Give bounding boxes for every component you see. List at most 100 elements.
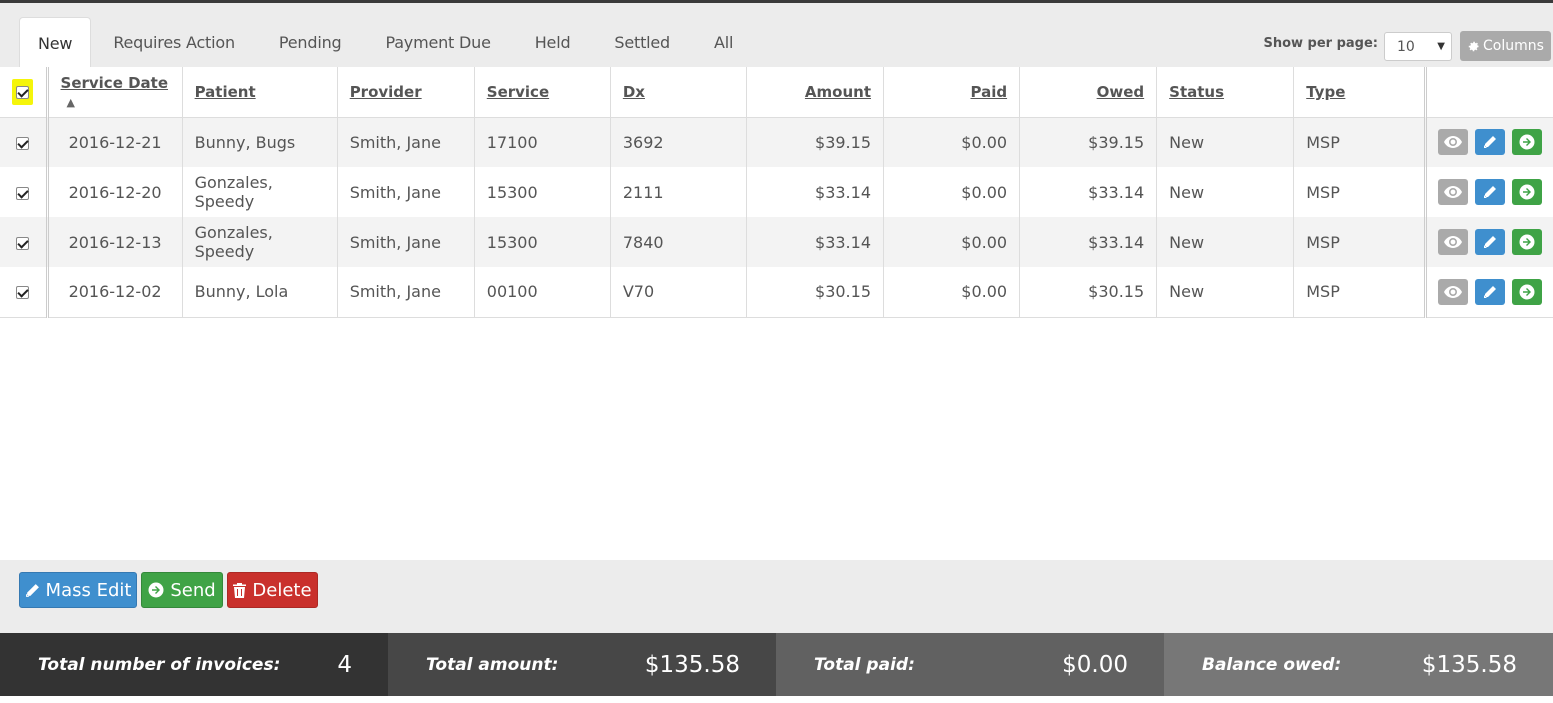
view-button[interactable] (1438, 179, 1469, 205)
col-service-date-label: Service Date (60, 73, 169, 92)
table-row: 2016-12-21 Bunny, Bugs Smith, Jane 17100… (0, 117, 1553, 167)
col-service[interactable]: Service (474, 67, 611, 118)
view-button[interactable] (1438, 229, 1469, 255)
pencil-icon (1484, 186, 1497, 198)
cell-status: New (1156, 167, 1295, 217)
tab-settled[interactable]: Settled (592, 17, 692, 67)
cell-provider: Smith, Jane (337, 267, 475, 318)
row-checkbox[interactable] (16, 236, 30, 250)
pencil-icon (1484, 285, 1497, 298)
cell-service-date: 2016-12-02 (47, 267, 183, 318)
arrow-circle-right-icon (1519, 184, 1535, 200)
col-actions (1424, 67, 1553, 118)
tab-pending[interactable]: Pending (257, 17, 364, 67)
arrow-circle-right-icon (1519, 134, 1535, 150)
pencil-icon (25, 583, 39, 597)
total-invoices: Total number of invoices: 4 (0, 633, 388, 696)
bulk-action-bar: Mass Edit Send Delete (0, 560, 1553, 633)
cell-patient: Gonzales, Speedy (182, 167, 338, 217)
table-row: 2016-12-13 Gonzales, Speedy Smith, Jane … (0, 217, 1553, 267)
row-actions (1424, 167, 1553, 217)
select-all-cell (0, 67, 49, 118)
send-label: Send (170, 579, 216, 601)
cell-service: 15300 (474, 167, 611, 217)
col-amount[interactable]: Amount (746, 67, 885, 118)
cell-provider: Smith, Jane (337, 217, 475, 267)
col-type[interactable]: Type (1293, 67, 1427, 118)
cell-provider: Smith, Jane (337, 117, 475, 167)
edit-button[interactable] (1475, 179, 1506, 205)
total-paid-value: $0.00 (1062, 651, 1128, 678)
tab-payment-due[interactable]: Payment Due (363, 17, 512, 67)
sort-asc-icon: ▲ (66, 95, 75, 109)
edit-button[interactable] (1475, 278, 1506, 305)
delete-button[interactable]: Delete (227, 572, 318, 608)
table-header-row: Service Date ▲ Patient Provider Service D… (0, 67, 1553, 118)
mass-edit-button[interactable]: Mass Edit (19, 572, 137, 608)
view-button[interactable] (1438, 278, 1469, 305)
cell-dx: 2111 (610, 167, 747, 217)
col-service-date[interactable]: Service Date ▲ (47, 67, 183, 118)
row-actions (1424, 117, 1553, 167)
cell-patient: Bunny, Bugs (182, 117, 338, 167)
cell-service-date: 2016-12-13 (47, 217, 183, 267)
row-checkbox[interactable] (16, 136, 30, 150)
submit-button[interactable] (1512, 129, 1543, 156)
tab-held[interactable]: Held (513, 17, 593, 67)
total-paid-label: Total paid: (814, 654, 915, 675)
edit-button[interactable] (1475, 129, 1506, 156)
cell-service-date: 2016-12-21 (47, 117, 183, 167)
total-paid: Total paid: $0.00 (776, 633, 1164, 696)
row-checkbox[interactable] (16, 286, 30, 300)
invoice-table: Service Date ▲ Patient Provider Service D… (0, 67, 1553, 318)
trash-icon (233, 582, 247, 598)
row-checkbox[interactable] (16, 186, 30, 200)
pencil-icon (1484, 136, 1497, 149)
total-amount-label: Total amount: (426, 654, 559, 675)
tab-all[interactable]: All (692, 17, 755, 67)
view-button[interactable] (1438, 129, 1469, 156)
row-select-cell (0, 117, 49, 167)
columns-button[interactable]: Columns (1460, 31, 1551, 61)
cell-owed: $33.14 (1019, 217, 1158, 267)
col-patient[interactable]: Patient (182, 67, 338, 118)
col-paid[interactable]: Paid (883, 67, 1021, 118)
row-select-cell (0, 167, 49, 217)
delete-label: Delete (252, 579, 312, 601)
per-page-value: 10 (1397, 39, 1415, 55)
cell-paid: $0.00 (883, 217, 1021, 267)
total-amount-value: $135.58 (644, 651, 740, 678)
cell-amount: $30.15 (746, 267, 885, 318)
table-row: 2016-12-20 Gonzales, Speedy Smith, Jane … (0, 167, 1553, 217)
row-actions (1424, 217, 1553, 267)
submit-button[interactable] (1512, 229, 1543, 255)
row-select-cell (0, 217, 49, 267)
tab-bar: New Requires Action Pending Payment Due … (0, 3, 1553, 67)
cell-paid: $0.00 (883, 117, 1021, 167)
col-status[interactable]: Status (1156, 67, 1295, 118)
eye-icon (1444, 136, 1463, 149)
per-page-label: Show per page: (1263, 36, 1378, 51)
select-all-checkbox[interactable] (16, 85, 30, 99)
cell-patient: Bunny, Lola (182, 267, 338, 318)
col-owed[interactable]: Owed (1019, 67, 1158, 118)
caret-down-icon: ▼ (1437, 41, 1445, 52)
cell-owed: $39.15 (1019, 117, 1158, 167)
row-select-cell (0, 267, 49, 318)
send-button[interactable]: Send (141, 572, 223, 608)
cell-type: MSP (1293, 117, 1427, 167)
col-provider[interactable]: Provider (337, 67, 475, 118)
submit-button[interactable] (1512, 278, 1543, 305)
total-invoices-label: Total number of invoices: (38, 654, 281, 675)
submit-button[interactable] (1512, 179, 1543, 205)
eye-icon (1444, 186, 1463, 198)
cell-dx: V70 (610, 267, 747, 318)
per-page-select[interactable]: 10 ▼ (1384, 32, 1452, 61)
row-actions (1424, 267, 1553, 318)
tab-new[interactable]: New (19, 17, 92, 67)
tab-requires-action[interactable]: Requires Action (91, 17, 257, 67)
edit-button[interactable] (1475, 229, 1506, 255)
col-dx[interactable]: Dx (610, 67, 747, 118)
cell-amount: $33.14 (746, 217, 885, 267)
cell-status: New (1156, 217, 1295, 267)
